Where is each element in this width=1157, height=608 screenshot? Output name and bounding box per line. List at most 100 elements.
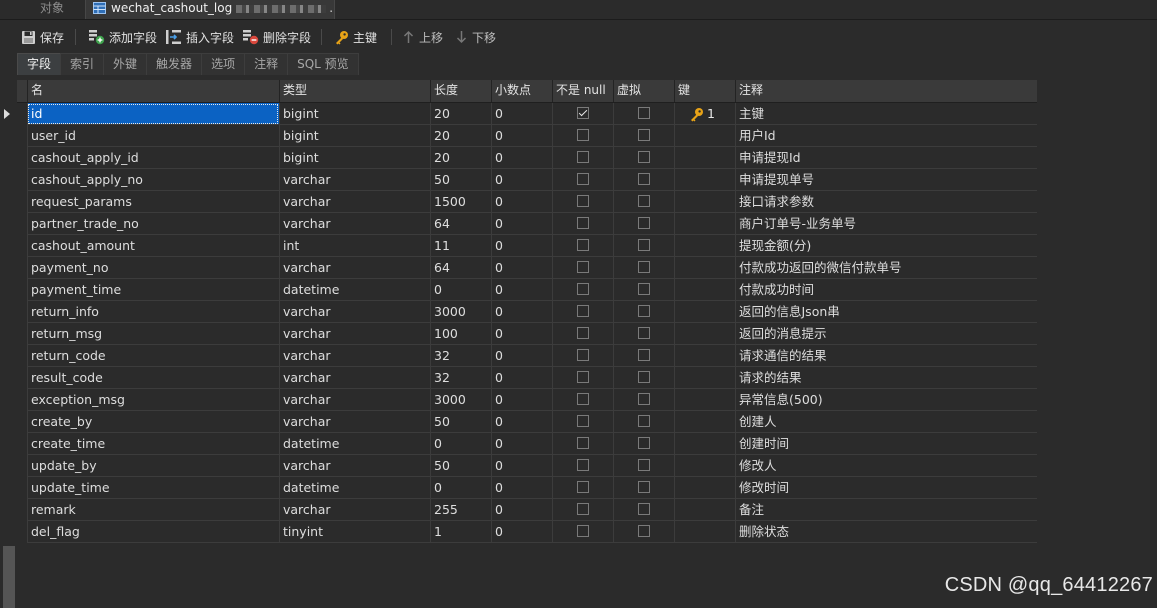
cell-not-null[interactable] xyxy=(552,433,613,455)
cell-name[interactable]: partner_trade_no xyxy=(27,213,279,235)
cell-virtual[interactable] xyxy=(613,477,674,499)
cell-not-null[interactable] xyxy=(552,257,613,279)
cell-type[interactable]: datetime xyxy=(279,279,430,301)
cell-type[interactable]: varchar xyxy=(279,411,430,433)
cell-type[interactable]: datetime xyxy=(279,433,430,455)
cell-key[interactable] xyxy=(674,389,735,411)
cell-decimals[interactable]: 0 xyxy=(491,455,552,477)
not-null-checkbox[interactable] xyxy=(577,151,589,163)
cell-type[interactable]: varchar xyxy=(279,191,430,213)
virtual-checkbox[interactable] xyxy=(638,327,650,339)
cell-type[interactable]: datetime xyxy=(279,477,430,499)
cell-not-null[interactable] xyxy=(552,301,613,323)
cell-key[interactable] xyxy=(674,323,735,345)
cell-comment[interactable]: 付款成功返回的微信付款单号 xyxy=(735,257,1037,279)
cell-key[interactable] xyxy=(674,521,735,543)
insert-field-button[interactable]: 插入字段 xyxy=(165,26,234,48)
virtual-checkbox[interactable] xyxy=(638,371,650,383)
cell-comment[interactable]: 返回的消息提示 xyxy=(735,323,1037,345)
cell-type[interactable]: tinyint xyxy=(279,521,430,543)
cell-not-null[interactable] xyxy=(552,169,613,191)
cell-name[interactable]: cashout_apply_no xyxy=(27,169,279,191)
virtual-checkbox[interactable] xyxy=(638,173,650,185)
cell-comment[interactable]: 主键 xyxy=(735,103,1037,125)
cell-length[interactable]: 0 xyxy=(430,477,491,499)
cell-name[interactable]: create_by xyxy=(27,411,279,433)
cell-decimals[interactable]: 0 xyxy=(491,147,552,169)
cell-key[interactable] xyxy=(674,477,735,499)
cell-comment[interactable]: 创建人 xyxy=(735,411,1037,433)
not-null-checkbox[interactable] xyxy=(577,261,589,273)
not-null-checkbox[interactable] xyxy=(577,349,589,361)
cell-comment[interactable]: 付款成功时间 xyxy=(735,279,1037,301)
cell-key[interactable] xyxy=(674,301,735,323)
tab-objects[interactable]: 对象 xyxy=(0,0,84,19)
tab-indexes[interactable]: 索引 xyxy=(60,53,105,75)
cell-type[interactable]: varchar xyxy=(279,367,430,389)
virtual-checkbox[interactable] xyxy=(638,437,650,449)
cell-virtual[interactable] xyxy=(613,125,674,147)
cell-not-null[interactable] xyxy=(552,125,613,147)
cell-comment[interactable]: 接口请求参数 xyxy=(735,191,1037,213)
table-row[interactable]: del_flag tinyint 1 0 删除状态 xyxy=(17,521,1037,543)
table-row[interactable]: update_time datetime 0 0 修改时间 xyxy=(17,477,1037,499)
cell-name[interactable]: return_msg xyxy=(27,323,279,345)
cell-type[interactable]: varchar xyxy=(279,169,430,191)
cell-decimals[interactable]: 0 xyxy=(491,279,552,301)
cell-length[interactable]: 0 xyxy=(430,279,491,301)
cell-not-null[interactable] xyxy=(552,191,613,213)
cell-decimals[interactable]: 0 xyxy=(491,521,552,543)
cell-not-null[interactable] xyxy=(552,477,613,499)
cell-name[interactable]: exception_msg xyxy=(27,389,279,411)
cell-virtual[interactable] xyxy=(613,169,674,191)
cell-length[interactable]: 20 xyxy=(430,103,491,125)
table-row[interactable]: return_code varchar 32 0 请求通信的结果 xyxy=(17,345,1037,367)
table-row[interactable]: update_by varchar 50 0 修改人 xyxy=(17,455,1037,477)
cell-type[interactable]: varchar xyxy=(279,301,430,323)
column-header-decimals[interactable]: 小数点 xyxy=(491,80,552,102)
cell-decimals[interactable]: 0 xyxy=(491,301,552,323)
cell-not-null[interactable] xyxy=(552,323,613,345)
cell-length[interactable]: 64 xyxy=(430,213,491,235)
delete-field-button[interactable]: 删除字段 xyxy=(242,26,311,48)
not-null-checkbox[interactable] xyxy=(577,305,589,317)
not-null-checkbox[interactable] xyxy=(577,129,589,141)
cell-comment[interactable]: 商户订单号-业务单号 xyxy=(735,213,1037,235)
cell-not-null[interactable] xyxy=(552,455,613,477)
cell-type[interactable]: varchar xyxy=(279,455,430,477)
cell-comment[interactable]: 修改时间 xyxy=(735,477,1037,499)
cell-virtual[interactable] xyxy=(613,323,674,345)
cell-name[interactable]: cashout_amount xyxy=(27,235,279,257)
cell-comment[interactable]: 异常信息(500) xyxy=(735,389,1037,411)
cell-decimals[interactable]: 0 xyxy=(491,323,552,345)
cell-length[interactable]: 255 xyxy=(430,499,491,521)
cell-virtual[interactable] xyxy=(613,147,674,169)
table-row[interactable]: remark varchar 255 0 备注 xyxy=(17,499,1037,521)
cell-name[interactable]: update_time xyxy=(27,477,279,499)
virtual-checkbox[interactable] xyxy=(638,393,650,405)
table-row[interactable]: return_info varchar 3000 0 返回的信息Json串 xyxy=(17,301,1037,323)
cell-type[interactable]: varchar xyxy=(279,213,430,235)
cell-length[interactable]: 50 xyxy=(430,169,491,191)
table-row[interactable]: request_params varchar 1500 0 接口请求参数 xyxy=(17,191,1037,213)
cell-not-null[interactable] xyxy=(552,235,613,257)
cell-virtual[interactable] xyxy=(613,389,674,411)
cell-type[interactable]: varchar xyxy=(279,345,430,367)
cell-comment[interactable]: 请求的结果 xyxy=(735,367,1037,389)
not-null-checkbox[interactable] xyxy=(577,393,589,405)
cell-virtual[interactable] xyxy=(613,301,674,323)
cell-type[interactable]: varchar xyxy=(279,257,430,279)
not-null-checkbox[interactable] xyxy=(577,195,589,207)
tab-sql-preview[interactable]: SQL 预览 xyxy=(287,53,359,75)
cell-not-null[interactable] xyxy=(552,345,613,367)
cell-length[interactable]: 1 xyxy=(430,521,491,543)
cell-key[interactable] xyxy=(674,367,735,389)
not-null-checkbox[interactable] xyxy=(577,283,589,295)
virtual-checkbox[interactable] xyxy=(638,239,650,251)
cell-decimals[interactable]: 0 xyxy=(491,499,552,521)
table-row[interactable]: result_code varchar 32 0 请求的结果 xyxy=(17,367,1037,389)
cell-key[interactable] xyxy=(674,169,735,191)
cell-comment[interactable]: 申请提现Id xyxy=(735,147,1037,169)
cell-not-null[interactable] xyxy=(552,521,613,543)
column-header-virtual[interactable]: 虚拟 xyxy=(613,80,674,102)
